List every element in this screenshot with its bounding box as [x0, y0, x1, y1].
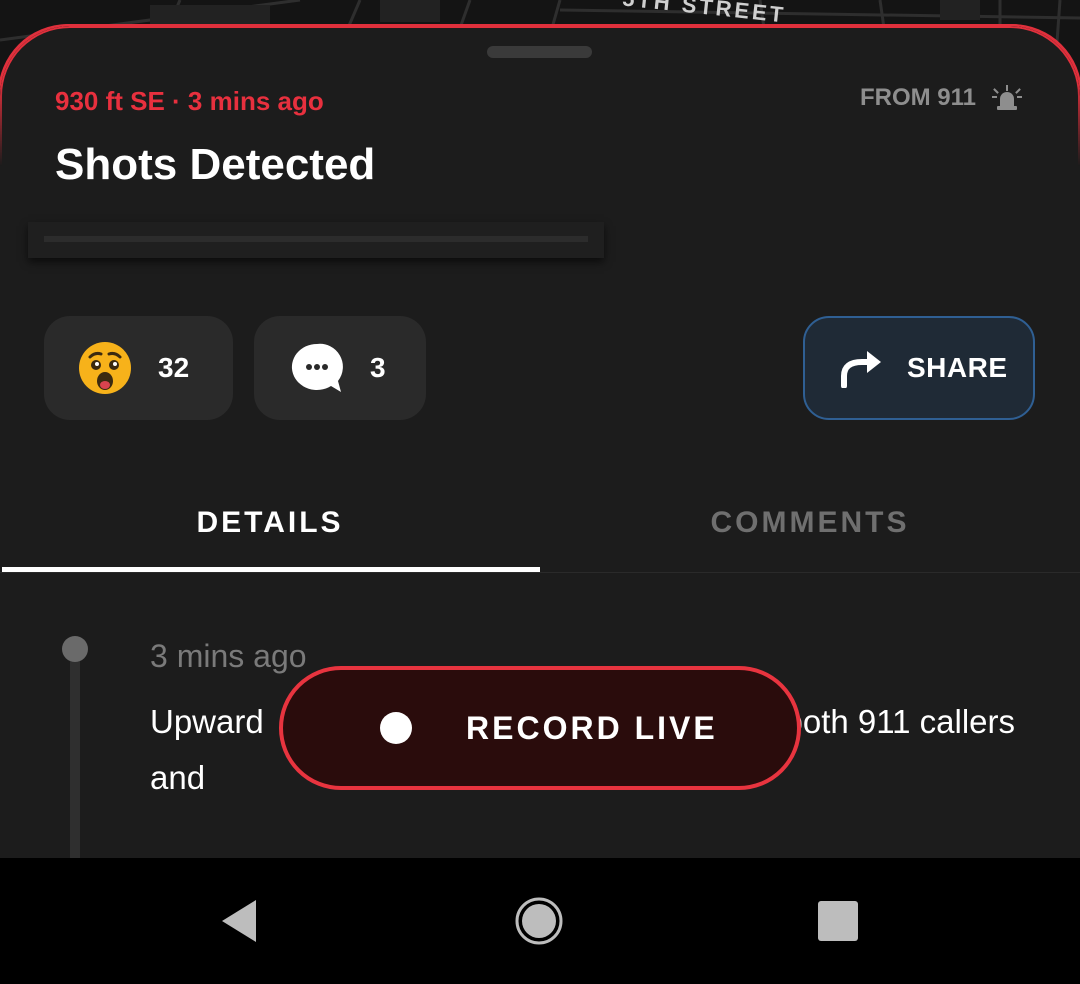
record-live-label: RECORD LIVE [466, 709, 718, 746]
comment-count: 3 [370, 352, 386, 383]
timeline-line [70, 656, 80, 858]
back-triangle-icon[interactable] [218, 898, 260, 944]
active-tab-indicator [2, 567, 540, 572]
reaction-button[interactable]: 32 [44, 316, 233, 420]
alert-title: Shots Detected [55, 140, 376, 189]
media-preview-card[interactable] [28, 222, 604, 258]
home-circle-icon[interactable] [514, 896, 564, 946]
alert-distance-time: 930 ft SE · 3 mins ago [55, 86, 324, 116]
reaction-count: 32 [158, 352, 190, 383]
system-navigation-bar [0, 858, 1080, 984]
tab-comments[interactable]: COMMENTS [540, 474, 1080, 572]
chat-bubble-icon [291, 343, 343, 392]
drag-handle[interactable] [487, 46, 592, 58]
alert-bottom-sheet: 930 ft SE · 3 mins ago FROM 911 Shots De… [0, 26, 1080, 858]
siren-icon [992, 85, 1022, 110]
share-label: SHARE [907, 352, 1008, 383]
media-preview-bar [44, 236, 588, 242]
share-arrow-icon [841, 351, 881, 388]
record-dot-icon [380, 712, 412, 744]
tab-details[interactable]: DETAILS [0, 474, 540, 572]
comment-button[interactable]: 3 [254, 316, 426, 420]
record-live-button[interactable]: RECORD LIVE [279, 666, 801, 790]
alert-source-label: FROM 911 [859, 84, 976, 111]
share-button[interactable]: SHARE [803, 316, 1035, 420]
tab-bar: DETAILS COMMENTS [0, 474, 1080, 573]
recent-square-icon[interactable] [818, 901, 858, 941]
shocked-face-icon [79, 342, 131, 394]
alert-source: FROM 911 [860, 84, 1024, 112]
timeline-dot [62, 636, 88, 662]
detail-entry-time: 3 mins ago [150, 638, 307, 674]
